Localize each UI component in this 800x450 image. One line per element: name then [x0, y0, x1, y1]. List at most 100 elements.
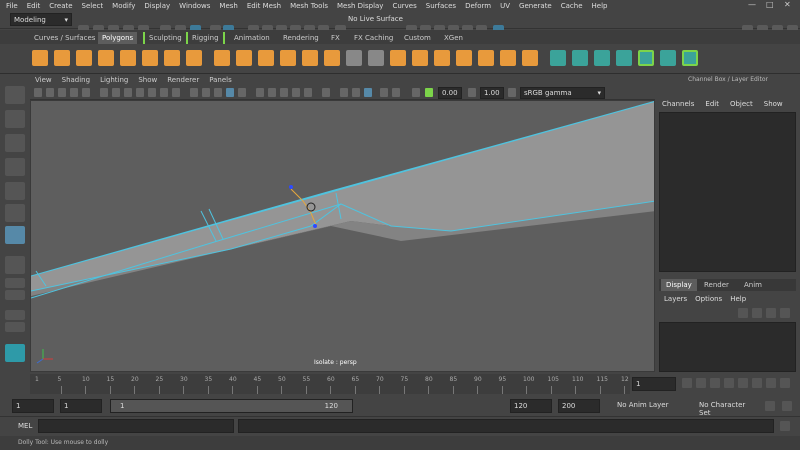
shadows-icon[interactable]: [268, 88, 276, 97]
poly-disc-icon[interactable]: [164, 50, 180, 66]
menu-edit[interactable]: Edit: [27, 2, 41, 10]
mirror-icon[interactable]: [324, 50, 340, 66]
scene-start-field[interactable]: 1: [12, 399, 54, 413]
scene-end-field[interactable]: 200: [558, 399, 600, 413]
gamma-field[interactable]: 1.00: [480, 87, 504, 99]
playback-end-field[interactable]: 120: [510, 399, 552, 413]
menu-curves[interactable]: Curves: [392, 2, 416, 10]
scale-tool-icon[interactable]: [5, 204, 25, 222]
menu-object[interactable]: Object: [730, 100, 753, 108]
maximize-icon[interactable]: □: [766, 0, 774, 9]
field-chart-icon[interactable]: [148, 88, 156, 97]
menu-set-dropdown[interactable]: Modeling ▾: [10, 13, 72, 26]
play-forward-icon[interactable]: [738, 378, 748, 388]
menu-view[interactable]: View: [35, 76, 52, 84]
xray-active-icon[interactable]: [364, 88, 372, 97]
menu-uv[interactable]: UV: [500, 2, 510, 10]
character-set-dropdown[interactable]: No Character Set: [696, 399, 758, 417]
grid-icon[interactable]: [100, 88, 108, 97]
preferences-icon[interactable]: [782, 401, 792, 411]
menu-lighting[interactable]: Lighting: [100, 76, 128, 84]
menu-help[interactable]: Help: [730, 295, 746, 303]
current-frame-field[interactable]: 1: [632, 377, 676, 391]
step-back-key-icon[interactable]: [696, 378, 706, 388]
fill-hole-icon[interactable]: [478, 50, 494, 66]
film-gate-icon[interactable]: [112, 88, 120, 97]
step-back-frame-icon[interactable]: [710, 378, 720, 388]
tab-polygons[interactable]: Polygons: [98, 32, 138, 44]
auto-key-icon[interactable]: [765, 401, 775, 411]
menu-mesh-tools[interactable]: Mesh Tools: [290, 2, 328, 10]
persp-outliner-layout-icon[interactable]: [5, 290, 25, 300]
playback-start-field[interactable]: 1: [60, 399, 102, 413]
multi-cut-icon[interactable]: [346, 50, 362, 66]
layer-list-area[interactable]: [659, 322, 796, 372]
tab-display[interactable]: Display: [661, 279, 697, 291]
step-forward-frame-icon[interactable]: [752, 378, 762, 388]
tab-fx-caching[interactable]: FX Caching: [350, 32, 397, 44]
new-layer-selected-icon[interactable]: [780, 308, 790, 318]
menu-display[interactable]: Display: [144, 2, 170, 10]
menu-layers[interactable]: Layers: [664, 295, 687, 303]
image-plane-icon[interactable]: [70, 88, 78, 97]
menu-edit-mesh[interactable]: Edit Mesh: [247, 2, 281, 10]
layer-down-icon[interactable]: [752, 308, 762, 318]
resolution-gate-icon[interactable]: [124, 88, 132, 97]
tab-animation[interactable]: Animation: [230, 32, 274, 44]
depth-of-field-icon[interactable]: [322, 88, 330, 97]
channel-box-area[interactable]: [659, 112, 796, 272]
cylindrical-mapping-icon[interactable]: [572, 50, 588, 66]
last-tool-icon[interactable]: [5, 226, 25, 244]
menu-mesh[interactable]: Mesh: [219, 2, 237, 10]
default-material-icon[interactable]: [214, 88, 222, 97]
spherical-mapping-icon[interactable]: [594, 50, 610, 66]
single-perspective-layout-icon[interactable]: [5, 256, 25, 274]
poly-platonic-icon[interactable]: [186, 50, 202, 66]
safe-title-icon[interactable]: [172, 88, 180, 97]
lasso-tool-icon[interactable]: [5, 110, 25, 128]
gate-mask-icon[interactable]: [136, 88, 144, 97]
new-layer-icon[interactable]: [766, 308, 776, 318]
menu-options[interactable]: Options: [695, 295, 722, 303]
bridge-icon[interactable]: [434, 50, 450, 66]
poly-plane-icon[interactable]: [142, 50, 158, 66]
menu-mesh-display[interactable]: Mesh Display: [337, 2, 383, 10]
rotate-tool-icon[interactable]: [5, 182, 25, 200]
graph-editor-icon[interactable]: [5, 322, 25, 332]
menu-generate[interactable]: Generate: [519, 2, 552, 10]
menu-deform[interactable]: Deform: [465, 2, 491, 10]
step-forward-key-icon[interactable]: [766, 378, 776, 388]
extract-icon[interactable]: [258, 50, 274, 66]
bookmarks-icon[interactable]: [58, 88, 66, 97]
range-slider-bar[interactable]: 1 120: [110, 399, 353, 413]
poly-cylinder-icon[interactable]: [76, 50, 92, 66]
menu-select[interactable]: Select: [82, 2, 104, 10]
mel-input[interactable]: [38, 419, 234, 433]
xray-joints-icon[interactable]: [352, 88, 360, 97]
menu-help[interactable]: Help: [592, 2, 608, 10]
menu-cache[interactable]: Cache: [561, 2, 583, 10]
tab-render[interactable]: Render: [699, 279, 734, 291]
menu-create[interactable]: Create: [49, 2, 72, 10]
wireframe-on-shaded-icon[interactable]: [226, 88, 234, 97]
minimize-icon[interactable]: —: [748, 0, 756, 9]
menu-cb-edit[interactable]: Edit: [705, 100, 719, 108]
menu-panels[interactable]: Panels: [209, 76, 232, 84]
safe-action-icon[interactable]: [160, 88, 168, 97]
move-tool-icon[interactable]: [5, 158, 25, 176]
menu-cb-show[interactable]: Show: [764, 100, 783, 108]
tab-curves-surfaces[interactable]: Curves / Surfaces: [30, 32, 99, 44]
anim-layer-dropdown[interactable]: No Anim Layer: [614, 399, 690, 412]
menu-modify[interactable]: Modify: [112, 2, 135, 10]
append-icon[interactable]: [456, 50, 472, 66]
bevel-icon[interactable]: [412, 50, 428, 66]
select-camera-icon[interactable]: [34, 88, 42, 97]
menu-show[interactable]: Show: [138, 76, 157, 84]
menu-channels[interactable]: Channels: [662, 100, 694, 108]
time-slider[interactable]: 1 5 10 15 20 25 30 35 40 45 50 55 60 65 70 75 80 85 90 95 10…: [0, 374, 800, 396]
screen-space-ao-icon[interactable]: [280, 88, 288, 97]
outliner-icon[interactable]: [5, 310, 25, 320]
camera-attributes-icon[interactable]: [46, 88, 54, 97]
four-view-layout-icon[interactable]: [5, 278, 25, 288]
unfold-icon[interactable]: [660, 50, 676, 66]
